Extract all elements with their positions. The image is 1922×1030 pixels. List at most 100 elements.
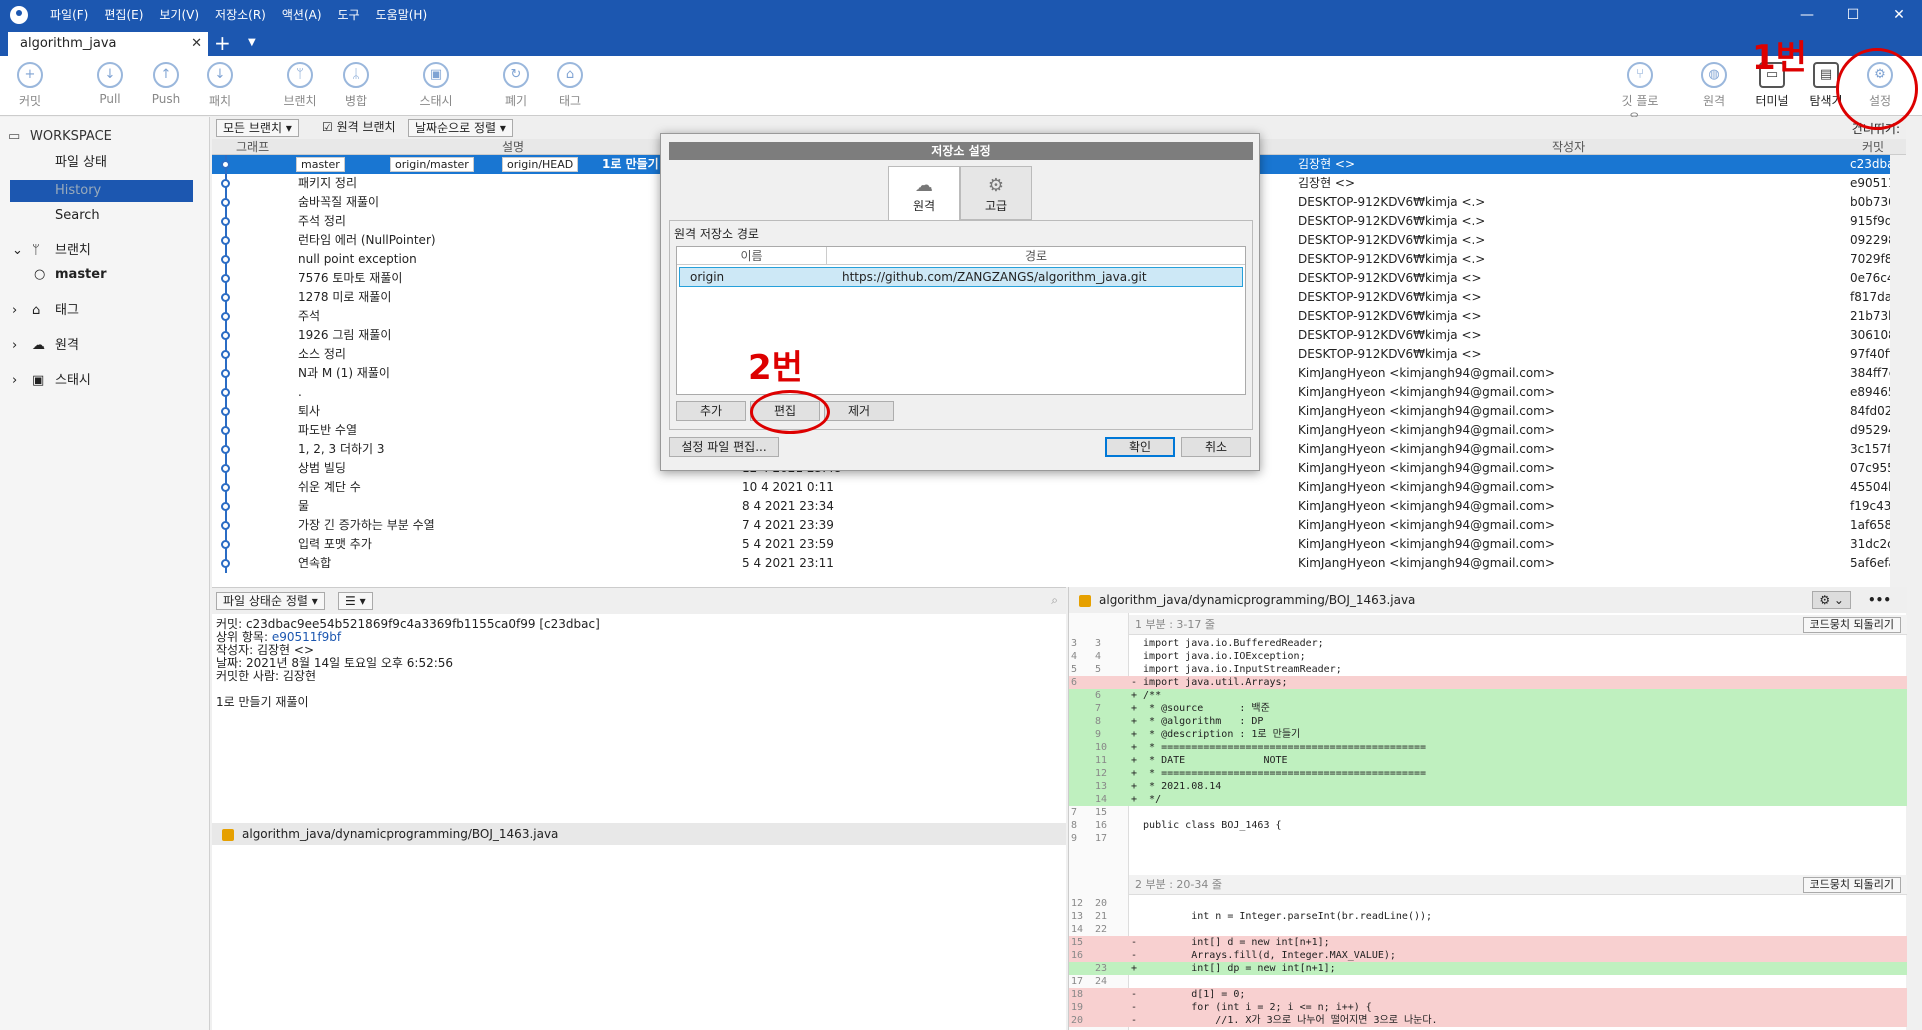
graph-node-icon — [221, 293, 230, 302]
table-row[interactable]: 쉬운 계단 수 10 4 2021 0:11 KimJangHyeon <kimja… — [212, 478, 1906, 497]
workspace-label: WORKSPACE — [30, 129, 112, 144]
commit-message: 쉬운 계단 수 — [298, 480, 361, 494]
sort-dropdown[interactable]: 날짜순으로 정렬 ▾ — [408, 119, 513, 137]
graph-node-icon — [221, 350, 230, 359]
commit-message: 7576 토마토 재풀이 — [298, 271, 403, 285]
tag-button[interactable]: ⌂ 태그 — [542, 62, 598, 109]
sidebar-item-master[interactable]: ○ master — [0, 263, 210, 287]
terminal-button[interactable]: ▭ 터미널 — [1744, 62, 1800, 109]
graph-node-icon — [221, 502, 230, 511]
remote-row-origin[interactable]: origin https://github.com/ZANGZANGS/algo… — [679, 267, 1243, 287]
file-sort-dropdown[interactable]: 파일 상태순 정렬 ▾ — [216, 592, 325, 610]
commit-author: KimJangHyeon <kimjangh94@gmail.com> — [1298, 518, 1555, 532]
push-button[interactable]: ↑ Push — [138, 62, 194, 106]
merge-button[interactable]: ᛦ 병합 — [328, 62, 384, 109]
tab-close-icon[interactable]: ✕ — [191, 32, 202, 56]
old-line-number: 16 — [1071, 950, 1084, 961]
commit-author: DESKTOP-912KDV6₩kimja <> — [1298, 309, 1482, 323]
stash-icon: ▣ — [32, 373, 45, 388]
tab-dropdown-icon[interactable]: ▼ — [248, 31, 256, 55]
table-row[interactable]: 연속합 5 4 2021 23:11 KimJangHyeon <kimjangh9… — [212, 554, 1906, 573]
pull-button[interactable]: ↓ Pull — [82, 62, 138, 106]
menu-actions[interactable]: 액션(A) — [274, 0, 330, 30]
diff-line: 12 20 — [1069, 897, 1907, 910]
diff-code: - for (int i = 2; i <= n; i++) { — [1131, 1002, 1372, 1013]
repo-tab[interactable]: algorithm_java ✕ — [8, 32, 208, 56]
revert-hunk-1-button[interactable]: 코드뭉치 되돌리기 — [1802, 617, 1901, 633]
close-button[interactable]: ✕ — [1876, 0, 1922, 30]
commit-message: 파도반 수열 — [298, 423, 358, 437]
new-line-number: 6 — [1095, 690, 1102, 701]
maximize-button[interactable]: ☐ — [1830, 0, 1876, 30]
more-options-icon[interactable]: ••• — [1868, 587, 1891, 613]
commit-message: 소스 정리 — [298, 347, 346, 361]
col-remote-path[interactable]: 경로 — [829, 247, 1243, 265]
parent-link[interactable]: e90511f9bf — [272, 630, 341, 644]
col-description[interactable]: 설명 — [502, 139, 524, 155]
menu-tools[interactable]: 도구 — [330, 0, 368, 30]
sidebar-item-history[interactable]: History — [10, 180, 193, 202]
discard-button[interactable]: ↻ 폐기 — [488, 62, 544, 109]
graph-node-icon — [221, 464, 230, 473]
search-icon[interactable]: ⌕ — [1051, 593, 1058, 608]
tab-advanced[interactable]: ⚙ 고급 — [960, 166, 1032, 220]
add-tab-icon[interactable]: + — [214, 31, 231, 55]
patch-button[interactable]: ↓ 패치 — [192, 62, 248, 109]
branch-badge-origin-master[interactable]: origin/master — [390, 157, 474, 172]
new-line-number: 16 — [1095, 820, 1108, 831]
col-commit[interactable]: 커밋 — [1862, 139, 1884, 155]
col-graph[interactable]: 그래프 — [236, 139, 269, 155]
branch-badge-master[interactable]: master — [296, 157, 345, 172]
col-remote-name[interactable]: 이름 — [677, 247, 827, 265]
branch-button[interactable]: ᛘ 브랜치 — [272, 62, 328, 109]
diff-options-gear-icon[interactable]: ⚙ ⌄ — [1812, 591, 1851, 609]
commit-hash: 5af6efa — [1850, 556, 1896, 570]
history-scrollbar[interactable] — [1890, 155, 1906, 587]
stash-button[interactable]: ▣ 스태시 — [408, 62, 464, 109]
sidebar-item-stashes[interactable]: › ▣ 스태시 — [0, 369, 210, 393]
menu-repository[interactable]: 저장소(R) — [207, 0, 274, 30]
remote-button[interactable]: ◍ 원격 — [1686, 62, 1742, 109]
commit-date: 5 4 2021 23:59 — [742, 537, 834, 551]
ok-button[interactable]: 확인 — [1105, 437, 1175, 457]
cancel-button[interactable]: 취소 — [1181, 437, 1251, 457]
sidebar-item-branches[interactable]: ⌄ ᛘ 브랜치 — [0, 239, 210, 263]
sidebar-item-tags[interactable]: › ⌂ 태그 — [0, 299, 210, 323]
table-row[interactable]: 물 8 4 2021 23:34 KimJangHyeon <kimjangh94@… — [212, 497, 1906, 516]
commit-author: KimJangHyeon <kimjangh94@gmail.com> — [1298, 423, 1555, 437]
new-line-number: 22 — [1095, 924, 1108, 935]
new-line-number: 10 — [1095, 742, 1108, 753]
new-line-number: 24 — [1095, 976, 1108, 987]
add-remote-button[interactable]: 추가 — [676, 401, 746, 421]
table-row[interactable]: 입력 포맷 추가 5 4 2021 23:59 KimJangHyeon <kimj… — [212, 535, 1906, 554]
minimize-button[interactable]: — — [1784, 0, 1830, 30]
remote-branches-checkbox[interactable]: ☑ 원격 브랜치 — [316, 119, 402, 137]
menu-file[interactable]: 파일(F) — [42, 0, 96, 30]
changed-file-row[interactable]: algorithm_java/dynamicprogramming/BOJ_14… — [212, 823, 1066, 845]
view-mode-dropdown[interactable]: ☰ ▾ — [338, 592, 373, 610]
table-row[interactable]: 가장 긴 증가하는 부분 수열 7 4 2021 23:39 KimJangHyeo… — [212, 516, 1906, 535]
chevron-down-icon: ⌄ — [12, 243, 23, 258]
tab-remote[interactable]: ☁ 원격 — [888, 166, 960, 222]
sidebar-item-search[interactable]: Search — [0, 204, 210, 228]
commit-button[interactable]: + 커밋 — [2, 62, 58, 109]
branch-badge-origin-head[interactable]: origin/HEAD — [502, 157, 579, 172]
modified-file-icon — [1079, 594, 1091, 607]
commit-author: KimJangHyeon <kimjangh94@gmail.com> — [1298, 499, 1555, 513]
diff-code: import java.io.InputStreamReader; — [1131, 664, 1342, 675]
revert-hunk-2-button[interactable]: 코드뭉치 되돌리기 — [1802, 877, 1901, 893]
menu-view[interactable]: 보기(V) — [151, 0, 207, 30]
sidebar-item-file-status[interactable]: 파일 상태 — [0, 151, 210, 175]
menu-edit[interactable]: 편집(E) — [96, 0, 151, 30]
sidebar-item-remotes[interactable]: › ☁ 원격 — [0, 334, 210, 358]
stash-label: 스태시 — [419, 94, 453, 108]
diff-code — [1131, 923, 1143, 936]
push-label: Push — [151, 92, 181, 106]
branch-icon: ᛘ — [287, 62, 313, 88]
menu-help[interactable]: 도움말(H) — [368, 0, 436, 30]
edit-config-file-button[interactable]: 설정 파일 편집... — [669, 437, 779, 457]
branch-filter-dropdown[interactable]: 모든 브랜치 ▾ — [216, 119, 299, 137]
col-author[interactable]: 작성자 — [1552, 139, 1585, 155]
diff-code: + * @source : 백준 — [1131, 703, 1270, 714]
remove-remote-button[interactable]: 제거 — [824, 401, 894, 421]
